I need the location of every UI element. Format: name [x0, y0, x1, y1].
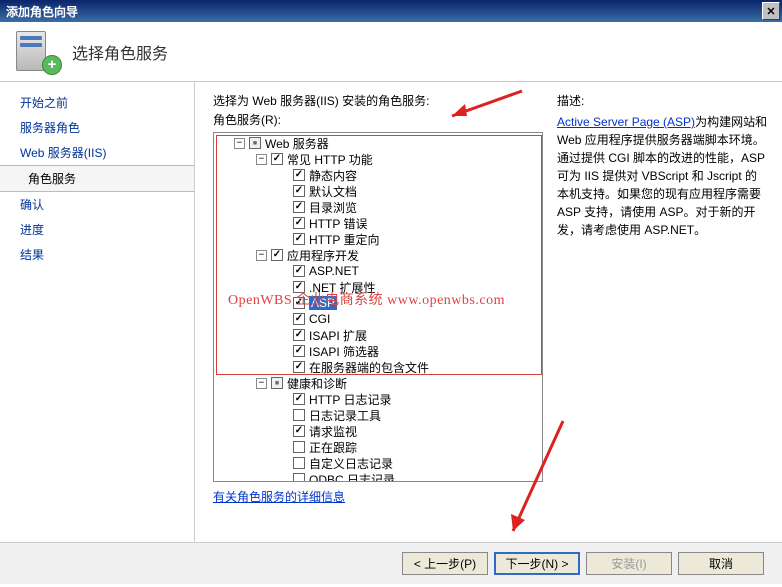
tree-checkbox[interactable] — [293, 281, 305, 293]
tree-label: ISAPI 扩展 — [309, 327, 367, 344]
tree-checkbox[interactable] — [271, 377, 283, 389]
tree-checkbox[interactable] — [293, 457, 305, 469]
tree-row[interactable]: ODBC 日志记录 — [214, 471, 542, 482]
tree-label: Web 服务器 — [265, 135, 329, 152]
tree-checkbox[interactable] — [293, 473, 305, 482]
expand-toggle[interactable]: − — [256, 154, 267, 165]
tree-row[interactable]: 默认文档 — [214, 183, 542, 199]
tree-row[interactable]: ISAPI 筛选器 — [214, 343, 542, 359]
tree-checkbox[interactable] — [293, 201, 305, 213]
tree-checkbox[interactable] — [293, 185, 305, 197]
tree-row[interactable]: − Web 服务器 — [214, 135, 542, 151]
tree-checkbox[interactable] — [271, 249, 283, 261]
tree-label: 日志记录工具 — [309, 407, 381, 424]
tree-row[interactable]: CGI — [214, 311, 542, 327]
tree-row[interactable]: .NET 扩展性 — [214, 279, 542, 295]
server-role-icon: + — [16, 31, 58, 73]
tree-row[interactable]: HTTP 日志记录 — [214, 391, 542, 407]
roles-label: 角色服务(R): — [213, 111, 543, 128]
nav-before-begin[interactable]: 开始之前 — [0, 90, 194, 115]
tree-label: ASP — [309, 296, 337, 310]
tree-checkbox[interactable] — [293, 265, 305, 277]
tree-row[interactable]: ISAPI 扩展 — [214, 327, 542, 343]
tree-checkbox[interactable] — [293, 233, 305, 245]
tree-row[interactable]: 自定义日志记录 — [214, 455, 542, 471]
tree-checkbox[interactable] — [293, 217, 305, 229]
tree-row[interactable]: 请求监视 — [214, 423, 542, 439]
tree-checkbox[interactable] — [293, 169, 305, 181]
tree-label: .NET 扩展性 — [309, 279, 375, 296]
tree-label: 在服务器端的包含文件 — [309, 359, 429, 376]
tree-label: HTTP 错误 — [309, 215, 367, 232]
role-services-tree[interactable]: −Web 服务器−常见 HTTP 功能静态内容默认文档目录浏览HTTP 错误HT… — [213, 132, 543, 482]
tree-label: 默认文档 — [309, 183, 357, 200]
nav-role-services[interactable]: 角色服务 — [0, 165, 194, 192]
tree-checkbox[interactable] — [293, 297, 305, 309]
tree-checkbox[interactable] — [293, 361, 305, 373]
tree-row[interactable]: − 健康和诊断 — [214, 375, 542, 391]
nav-server-roles[interactable]: 服务器角色 — [0, 115, 194, 140]
tree-label: CGI — [309, 312, 330, 326]
tree-checkbox[interactable] — [293, 409, 305, 421]
tree-row[interactable]: ASP.NET — [214, 263, 542, 279]
expand-toggle[interactable]: − — [256, 250, 267, 261]
tree-label: HTTP 重定向 — [309, 231, 379, 248]
tree-checkbox[interactable] — [293, 313, 305, 325]
tree-checkbox[interactable] — [293, 441, 305, 453]
wizard-header: + 选择角色服务 — [0, 22, 782, 82]
tree-label: 健康和诊断 — [287, 375, 347, 392]
tree-row[interactable]: 目录浏览 — [214, 199, 542, 215]
tree-checkbox[interactable] — [293, 329, 305, 341]
tree-label: HTTP 日志记录 — [309, 391, 391, 408]
tree-checkbox[interactable] — [249, 137, 261, 149]
tree-checkbox[interactable] — [271, 153, 283, 165]
tree-checkbox[interactable] — [293, 345, 305, 357]
tree-checkbox[interactable] — [293, 393, 305, 405]
install-button: 安装(I) — [586, 552, 672, 575]
tree-label: 目录浏览 — [309, 199, 357, 216]
tree-row[interactable]: 在服务器端的包含文件 — [214, 359, 542, 375]
description-text: 为构建网站和 Web 应用程序提供服务器端脚本环境。通过提供 CGI 脚本的改进… — [557, 115, 767, 237]
nav-web-server-iis[interactable]: Web 服务器(IIS) — [0, 140, 194, 165]
prompt-text: 选择为 Web 服务器(IIS) 安装的角色服务: — [213, 92, 543, 109]
details-link[interactable]: 有关角色服务的详细信息 — [213, 488, 543, 505]
nav-progress[interactable]: 进度 — [0, 217, 194, 242]
tree-row[interactable]: HTTP 错误 — [214, 215, 542, 231]
tree-label: 静态内容 — [309, 167, 357, 184]
tree-row[interactable]: 日志记录工具 — [214, 407, 542, 423]
page-title: 选择角色服务 — [72, 40, 168, 64]
window-title: 添加角色向导 — [6, 3, 78, 20]
tree-label: ISAPI 筛选器 — [309, 343, 379, 360]
tree-label: 常见 HTTP 功能 — [287, 151, 373, 168]
tree-row[interactable]: − 应用程序开发 — [214, 247, 542, 263]
tree-row[interactable]: HTTP 重定向 — [214, 231, 542, 247]
titlebar: 添加角色向导 ✕ — [0, 0, 782, 22]
expand-toggle[interactable]: − — [234, 138, 245, 149]
tree-row[interactable]: 正在跟踪 — [214, 439, 542, 455]
expand-toggle[interactable]: − — [256, 378, 267, 389]
description-title: 描述: — [557, 92, 768, 109]
tree-label: ODBC 日志记录 — [309, 471, 395, 483]
prev-button[interactable]: < 上一步(P) — [402, 552, 488, 575]
tree-label: ASP.NET — [309, 264, 359, 278]
tree-label: 请求监视 — [309, 423, 357, 440]
tree-label: 正在跟踪 — [309, 439, 357, 456]
asp-link[interactable]: Active Server Page (ASP) — [557, 115, 695, 129]
wizard-sidebar: 开始之前 服务器角色 Web 服务器(IIS) 角色服务 确认 进度 结果 — [0, 82, 195, 542]
tree-row[interactable]: − 常见 HTTP 功能 — [214, 151, 542, 167]
description-box: Active Server Page (ASP)为构建网站和 Web 应用程序提… — [557, 113, 768, 239]
tree-checkbox[interactable] — [293, 425, 305, 437]
wizard-footer: < 上一步(P) 下一步(N) > 安装(I) 取消 — [0, 542, 782, 584]
cancel-button[interactable]: 取消 — [678, 552, 764, 575]
tree-row[interactable]: ASP — [214, 295, 542, 311]
tree-label: 自定义日志记录 — [309, 455, 393, 472]
close-button[interactable]: ✕ — [762, 2, 780, 20]
tree-row[interactable]: 静态内容 — [214, 167, 542, 183]
nav-results[interactable]: 结果 — [0, 242, 194, 267]
nav-confirm[interactable]: 确认 — [0, 192, 194, 217]
tree-label: 应用程序开发 — [287, 247, 359, 264]
next-button[interactable]: 下一步(N) > — [494, 552, 580, 575]
